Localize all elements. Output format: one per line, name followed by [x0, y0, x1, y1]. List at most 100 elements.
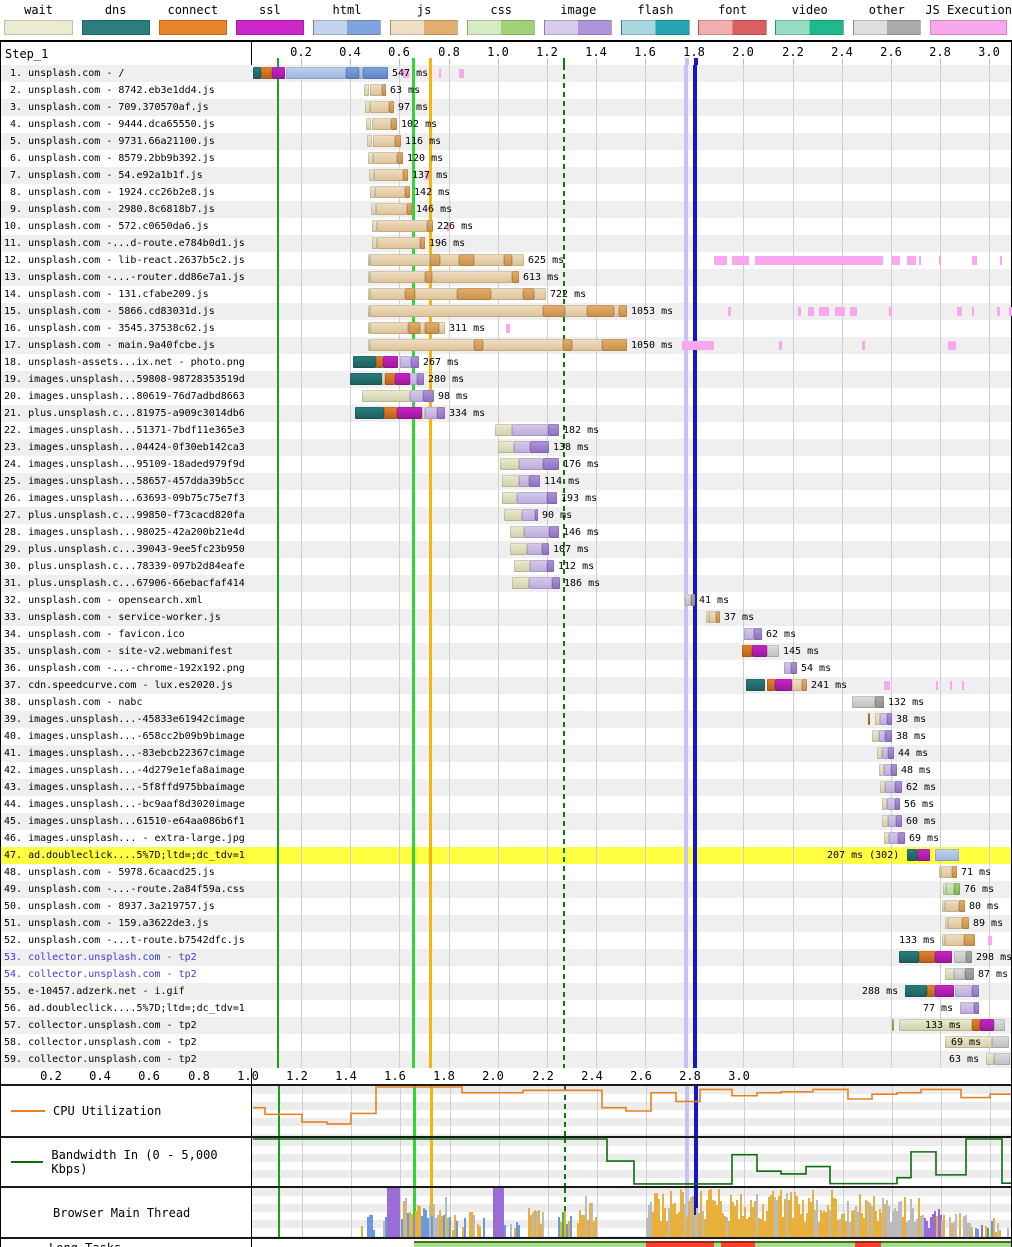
request-url-label[interactable]: 22. images.unsplash...51371-7bdf11e365e3 [1, 422, 251, 439]
request-url-label[interactable]: 56. ad.doubleclick....5%7D;ltd=;dc_tdv=1 [1, 1000, 251, 1017]
request-url-label[interactable]: 11. unsplash.com -...d-route.e784b0d1.js [1, 235, 251, 252]
request-bar-segment-ht_d [363, 67, 388, 79]
request-timeline-cell: 69 ms [252, 1034, 1011, 1051]
request-url-label[interactable]: 54. collector.unsplash.com - tp2 [1, 966, 251, 983]
request-url-label[interactable]: 29. plus.unsplash.c...39043-9ee5fc23b950 [1, 541, 251, 558]
request-url-label[interactable]: 59. collector.unsplash.com - tp2 [1, 1051, 251, 1068]
request-url-label[interactable]: 45. images.unsplash...61510-e64aa086b6f1 [1, 813, 251, 830]
request-timeline-cell: 114 ms [252, 473, 1011, 490]
request-bar-segment-wait [366, 118, 371, 130]
request-url-label[interactable]: 36. unsplash.com -...-chrome-192x192.png [1, 660, 251, 677]
request-url-label[interactable]: 25. images.unsplash...58657-457dda39b5cc [1, 473, 251, 490]
request-url-label[interactable]: 49. unsplash.com -...-route.2a84f59a.css [1, 881, 251, 898]
request-url-label[interactable]: 16. unsplash.com - 3545.37538c62.js [1, 320, 251, 337]
request-time-label: 76 ms [964, 883, 994, 896]
request-bar-segment-im_l [519, 475, 529, 487]
js-execution-bar [950, 681, 952, 690]
request-timeline-cell: 182 ms [252, 422, 1011, 439]
request-url-label[interactable]: 34. unsplash.com - favicon.ico [1, 626, 251, 643]
request-url-label[interactable]: 35. unsplash.com - site-v2.webmanifest [1, 643, 251, 660]
request-url-label[interactable]: 38. unsplash.com - nabc [1, 694, 251, 711]
request-url-label[interactable]: 17. unsplash.com - main.9a40fcbe.js [1, 337, 251, 354]
marker-tick [412, 58, 415, 65]
js-execution-bar [957, 307, 962, 316]
event-marker-line [278, 1188, 280, 1237]
request-bar-segment-im_l [522, 509, 535, 521]
request-url-label[interactable]: 41. images.unsplash...-83ebcb22367cimage [1, 745, 251, 762]
request-url-label[interactable]: 15. unsplash.com - 5866.cd83031d.js [1, 303, 251, 320]
request-bar-segment-js_l [474, 254, 504, 266]
request-time-label: 97 ms [398, 101, 428, 114]
js-execution-bar [862, 341, 865, 350]
request-url-label[interactable]: 3. unsplash.com - 709.370570af.js [1, 99, 251, 116]
request-url-label[interactable]: 26. images.unsplash...63693-09b75c75e7f3 [1, 490, 251, 507]
legend-item-ssl: ssl [231, 2, 308, 40]
request-timeline-cell: 288 ms [252, 983, 1011, 1000]
request-url-label[interactable]: 19. images.unsplash...59808-98728353519d [1, 371, 251, 388]
request-url-label[interactable]: 24. images.unsplash...95109-18aded979f9d [1, 456, 251, 473]
main-thread-label-text: Browser Main Thread [53, 1206, 190, 1220]
request-bar-segment-js_d [952, 866, 957, 878]
request-url-label[interactable]: 42. images.unsplash...-4d279e1efa8aimage [1, 762, 251, 779]
request-bar-segment-ht_l [286, 67, 346, 79]
request-url-label[interactable]: 6. unsplash.com - 8579.2bb9b392.js [1, 150, 251, 167]
request-url-label[interactable]: 7. unsplash.com - 54.e92a1b1f.js [1, 167, 251, 184]
request-row: 55. e-10457.adzerk.net - i.gif288 ms [1, 983, 1011, 1000]
request-row: 14. unsplash.com - 131.cfabe209.js722 ms [1, 286, 1011, 303]
request-url-label[interactable]: 8. unsplash.com - 1924.cc26b2e8.js [1, 184, 251, 201]
request-url-label[interactable]: 4. unsplash.com - 9444.dca65550.js [1, 116, 251, 133]
request-url-label[interactable]: 31. plus.unsplash.c...67906-66ebacfaf414 [1, 575, 251, 592]
request-url-label[interactable]: 1. unsplash.com - / [1, 65, 251, 82]
legend-item-label: ssl [259, 2, 281, 18]
request-url-label[interactable]: 9. unsplash.com - 2980.8c6818b7.js [1, 201, 251, 218]
panel-divider [251, 1239, 252, 1247]
request-url-label[interactable]: 57. collector.unsplash.com - tp2 [1, 1017, 251, 1034]
request-bar-segment-im_l [887, 798, 895, 810]
request-url-label[interactable]: 18. unsplash-assets...ix.net - photo.png [1, 354, 251, 371]
request-url-label[interactable]: 52. unsplash.com -...t-route.b7542dfc.js [1, 932, 251, 949]
request-url-label[interactable]: 10. unsplash.com - 572.c0650da6.js [1, 218, 251, 235]
request-url-label[interactable]: 53. collector.unsplash.com - tp2 [1, 949, 251, 966]
request-url-label[interactable]: 21. plus.unsplash.c...81975-a909c3014db6 [1, 405, 251, 422]
axis-tick-label: 1.0 [237, 1069, 259, 1083]
axis-tick-label: 1.2 [536, 45, 558, 59]
request-bar-segment-js_l [370, 305, 543, 317]
request-url-label[interactable]: 55. e-10457.adzerk.net - i.gif [1, 983, 251, 1000]
request-url-label[interactable]: 27. plus.unsplash.c...99850-f73cacd820fa [1, 507, 251, 524]
request-bar-segment-js_d [619, 305, 627, 317]
request-url-label[interactable]: 39. images.unsplash...-45833e61942cimage [1, 711, 251, 728]
request-url-label[interactable]: 43. images.unsplash...-5f8ffd975bbaimage [1, 779, 251, 796]
request-url-label[interactable]: 14. unsplash.com - 131.cfabe209.js [1, 286, 251, 303]
request-url-label[interactable]: 2. unsplash.com - 8742.eb3e1dd4.js [1, 82, 251, 99]
request-url-label[interactable]: 20. images.unsplash...80619-76d7adbd8663 [1, 388, 251, 405]
request-url-label[interactable]: 33. unsplash.com - service-worker.js [1, 609, 251, 626]
request-url-label[interactable]: 47. ad.doubleclick....5%7D;ltd=;dc_tdv=1 [1, 847, 251, 864]
request-bar-segment-js_d [959, 900, 965, 912]
request-url-label[interactable]: 37. cdn.speedcurve.com - lux.es2020.js [1, 677, 251, 694]
request-url-label[interactable]: 48. unsplash.com - 5978.6caacd25.js [1, 864, 251, 881]
request-url-label[interactable]: 12. unsplash.com - lib-react.2637b5c2.js [1, 252, 251, 269]
request-url-label[interactable]: 28. images.unsplash...98025-42a200b21e4d [1, 524, 251, 541]
request-bar-segment-im_d [542, 543, 549, 555]
request-url-label[interactable]: 58. collector.unsplash.com - tp2 [1, 1034, 251, 1051]
request-timeline-cell: 138 ms [252, 439, 1011, 456]
request-url-label[interactable]: 13. unsplash.com -...-router.dd86e7a1.js [1, 269, 251, 286]
main-thread-slice [570, 1216, 572, 1237]
request-url-label[interactable]: 23. images.unsplash...04424-0f30eb142ca3 [1, 439, 251, 456]
request-bar-segment-im_d [411, 356, 419, 368]
request-bar-segment-js_d [602, 339, 627, 351]
request-url-label[interactable]: 5. unsplash.com - 9731.66a21100.js [1, 133, 251, 150]
request-url-label[interactable]: 46. images.unsplash... - extra-large.jpg [1, 830, 251, 847]
main-thread-slice [449, 1217, 451, 1237]
request-bar-segment-js_l [534, 288, 546, 300]
request-url-label[interactable]: 51. unsplash.com - 159.a3622de3.js [1, 915, 251, 932]
request-row: 54. collector.unsplash.com - tp287 ms [1, 966, 1011, 983]
request-time-label: 71 ms [961, 866, 991, 879]
request-url-label[interactable]: 32. unsplash.com - opensearch.xml [1, 592, 251, 609]
request-url-label[interactable]: 50. unsplash.com - 8937.3a219757.js [1, 898, 251, 915]
request-url-label[interactable]: 30. plus.unsplash.c...78339-097b2d84eafe [1, 558, 251, 575]
request-url-label[interactable]: 44. images.unsplash...-bc9aaf8d3020image [1, 796, 251, 813]
request-url-label[interactable]: 40. images.unsplash...-658cc2b09b9bimage [1, 728, 251, 745]
request-bar-segment-js_d [523, 288, 534, 300]
request-timeline-cell: 132 ms [252, 694, 1011, 711]
